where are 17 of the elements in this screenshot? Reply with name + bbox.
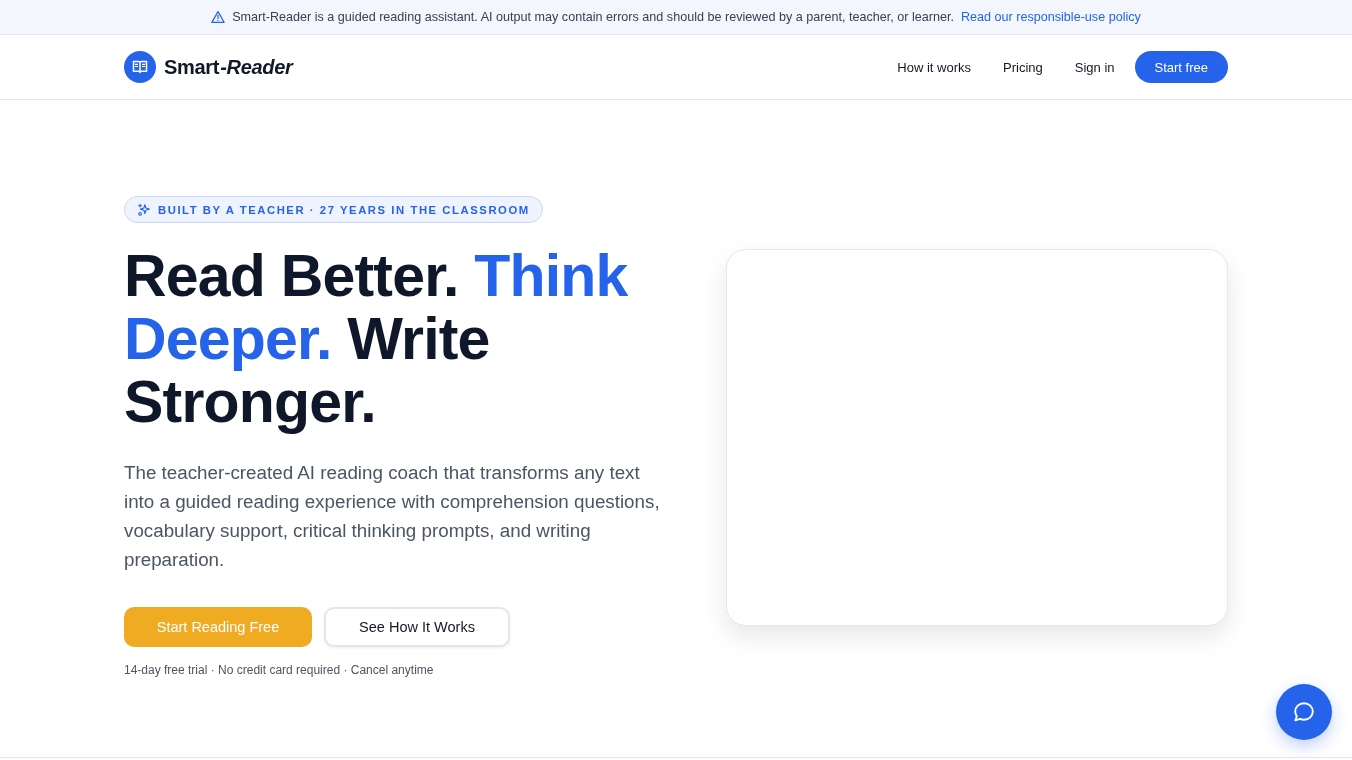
nav-link[interactable]: Sign in xyxy=(1074,59,1115,75)
nav-link[interactable]: How it works xyxy=(897,59,972,75)
start-free-button[interactable]: Start free xyxy=(1134,51,1228,83)
disclaimer-text: Smart-Reader is a guided reading assistant. AI output may contain errors and should be reviewed by a parent, teacher, or learner. xyxy=(232,10,954,24)
sparkle-icon xyxy=(137,202,151,217)
hero-description: The teacher-created AI reading coach that transforms any text into a guided reading experience with comprehension questions, vocabulary support, critical thinking prompts, and writing preparation. xyxy=(124,461,661,572)
brand-name[interactable]: Smart-Reader xyxy=(164,55,293,79)
badge-text: BUILT BY A TEACHER · 27 YEARS IN THE CLASSROOM xyxy=(158,203,530,216)
chat-bubble-icon xyxy=(1292,700,1316,724)
chat-button[interactable] xyxy=(1276,684,1332,740)
warning-icon xyxy=(211,10,226,24)
nav-link[interactable]: Pricing xyxy=(1003,59,1043,75)
hero-headline: Read Better. Think Deeper. Write Stronger. xyxy=(124,245,629,434)
trial-note: 14-day free trial · No credit card required · Cancel anytime xyxy=(124,662,434,678)
policy-link[interactable]: Read our responsible-use policy xyxy=(960,10,1141,24)
book-icon xyxy=(124,51,156,83)
how-it-works-button[interactable]: See How It Works xyxy=(324,607,510,647)
